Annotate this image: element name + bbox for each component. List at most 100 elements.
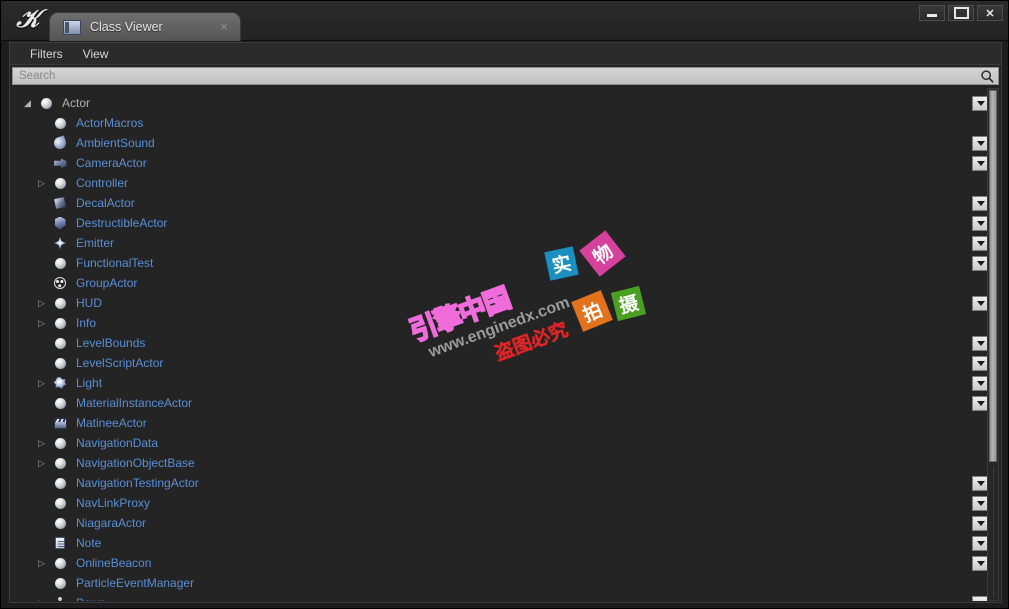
search-icon[interactable] [980, 69, 995, 84]
maximize-button[interactable] [948, 5, 974, 21]
tree-row[interactable]: NavigationObjectBase [12, 453, 965, 473]
matinee-glyph [53, 417, 67, 429]
tree-row-label[interactable]: Info [76, 316, 96, 330]
sphere-glyph [54, 117, 66, 129]
tree-row[interactable]: FunctionalTest [12, 253, 965, 273]
tree-row-label[interactable]: NavigationObjectBase [76, 456, 195, 470]
tree-row[interactable]: MaterialInstanceActor [12, 393, 965, 413]
sphere-glyph [54, 437, 66, 449]
expand-arrow-open-icon[interactable] [24, 98, 34, 108]
search-placeholder: Search [19, 70, 56, 82]
light-icon [52, 375, 68, 391]
tree-row[interactable]: AmbientSound [12, 133, 965, 153]
note-glyph [55, 537, 65, 549]
sphere-glyph [54, 337, 66, 349]
class-viewer-window: 𝒦 Class Viewer × Filters View Search [0, 0, 1009, 609]
tree-row-label[interactable]: DestructibleActor [76, 216, 167, 230]
class-tree[interactable]: Actor ActorMacros AmbientSound CameraActor C… [12, 88, 999, 601]
tree-row[interactable]: DecalActor [12, 193, 965, 213]
group-glyph [54, 277, 66, 289]
tree-row-label[interactable]: NavLinkProxy [76, 496, 150, 510]
tree-row[interactable]: MatineeActor [12, 413, 965, 433]
tree-row-label[interactable]: LevelScriptActor [76, 356, 163, 370]
tree-row[interactable]: Light [12, 373, 965, 393]
minimize-button[interactable] [919, 5, 945, 21]
menu-item-view[interactable]: View [73, 43, 119, 65]
tree-row-label[interactable]: Controller [76, 176, 128, 190]
tree-row[interactable]: NavigationData [12, 433, 965, 453]
menu-item-filters[interactable]: Filters [20, 43, 73, 65]
tree-row[interactable]: CameraActor [12, 153, 965, 173]
close-button[interactable] [977, 5, 1003, 21]
tree-row[interactable]: ActorMacros [12, 113, 965, 133]
decal-icon [52, 195, 68, 211]
tree-row-label[interactable]: AmbientSound [76, 136, 155, 150]
tree-row-label[interactable]: LevelBounds [76, 336, 145, 350]
sound-glyph [52, 135, 68, 151]
tree-row-label[interactable]: GroupActor [76, 276, 137, 290]
search-input[interactable]: Search [12, 67, 999, 85]
expand-arrow-closed-icon[interactable] [38, 598, 48, 601]
decal-glyph [52, 195, 68, 211]
expand-arrow-closed-icon[interactable] [38, 458, 48, 468]
tree-row-label[interactable]: NavigationData [76, 436, 158, 450]
tree-row[interactable]: Note [12, 533, 965, 553]
tree-row-label[interactable]: FunctionalTest [76, 256, 153, 270]
tree-row-label[interactable]: Emitter [76, 236, 114, 250]
tree-row-label[interactable]: HUD [76, 296, 102, 310]
expand-arrow-closed-icon[interactable] [38, 378, 48, 388]
tree-row-label[interactable]: DecalActor [76, 196, 135, 210]
tree-row[interactable]: DestructibleActor [12, 213, 965, 233]
tree-row-label[interactable]: NavigationTestingActor [76, 476, 199, 490]
tree-row-label[interactable]: CameraActor [76, 156, 147, 170]
tree-row[interactable]: NavLinkProxy [12, 493, 965, 513]
tree-row-label[interactable]: MaterialInstanceActor [76, 396, 192, 410]
tree-row-label[interactable]: MatineeActor [76, 416, 147, 430]
expand-arrow-closed-icon[interactable] [38, 318, 48, 328]
tree-row-label[interactable]: Actor [62, 96, 90, 110]
sphere-glyph [54, 557, 66, 569]
tree-row[interactable]: LevelScriptActor [12, 353, 965, 373]
tree-row[interactable]: Actor [12, 93, 965, 113]
unreal-engine-logo-icon: 𝒦 [16, 6, 40, 33]
expand-arrow-closed-icon[interactable] [38, 438, 48, 448]
sound-icon [52, 135, 68, 151]
tree-row[interactable]: Info [12, 313, 965, 333]
tree-row[interactable]: NavigationTestingActor [12, 473, 965, 493]
camera-glyph [53, 158, 67, 168]
sphere-glyph [40, 97, 52, 109]
tree-row-label[interactable]: Pawn [76, 596, 106, 601]
tree-row-label[interactable]: OnlineBeacon [76, 556, 151, 570]
scrollbar-thumb[interactable] [989, 90, 997, 462]
tab-close-icon[interactable]: × [220, 20, 228, 34]
tab-label: Class Viewer [90, 20, 163, 34]
tree-row[interactable]: Emitter [12, 233, 965, 253]
sphere-glyph [54, 477, 66, 489]
tree-row[interactable]: OnlineBeacon [12, 553, 965, 573]
tree-row[interactable]: Controller [12, 173, 965, 193]
expand-arrow-closed-icon[interactable] [38, 298, 48, 308]
sphere-icon [52, 255, 68, 271]
tree-row[interactable]: GroupActor [12, 273, 965, 293]
tree-row-label[interactable]: NiagaraActor [76, 516, 146, 530]
expand-arrow-closed-icon[interactable] [38, 178, 48, 188]
sphere-glyph [54, 517, 66, 529]
class-viewer-icon [63, 19, 81, 35]
tab-class-viewer[interactable]: Class Viewer × [49, 12, 241, 41]
tree-row-label[interactable]: Note [76, 536, 101, 550]
tree-row[interactable]: LevelBounds [12, 333, 965, 353]
tree-row[interactable]: Pawn [12, 593, 965, 601]
tree-row[interactable]: NiagaraActor [12, 513, 965, 533]
vertical-scrollbar[interactable] [987, 88, 999, 601]
sphere-glyph [54, 177, 66, 189]
matinee-icon [52, 415, 68, 431]
tree-row-label[interactable]: ActorMacros [76, 116, 143, 130]
tree-row-label[interactable]: ParticleEventManager [76, 576, 194, 590]
scrollbar-track[interactable] [993, 467, 994, 597]
tree-row-label[interactable]: Light [76, 376, 102, 390]
expand-arrow-closed-icon[interactable] [38, 558, 48, 568]
tree-row[interactable]: HUD [12, 293, 965, 313]
tree-row[interactable]: ParticleEventManager [12, 573, 965, 593]
destruct-glyph [54, 216, 66, 230]
note-icon [52, 535, 68, 551]
